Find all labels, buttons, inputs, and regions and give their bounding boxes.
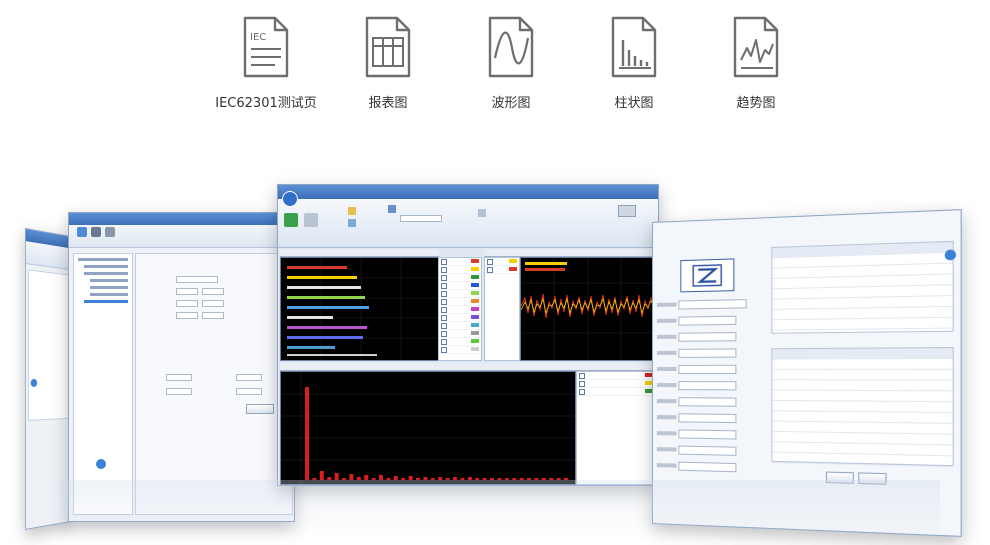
add-icon[interactable]: [944, 249, 957, 261]
auto-range-icon[interactable]: [348, 207, 356, 215]
waveform-plot: [520, 257, 656, 361]
software-screenshot-montage: [0, 150, 990, 545]
pause-button[interactable]: [618, 205, 636, 217]
settings-form-panel: [135, 253, 293, 515]
settings-window: [68, 212, 295, 522]
feature-icon-row: IEC IEC62301测试页 报表图 波形图 柱状图 趋势图: [0, 0, 990, 130]
feature-trend[interactable]: 趋势图: [686, 16, 826, 111]
add-icon[interactable]: [96, 459, 106, 469]
plot-header: [280, 249, 439, 257]
series-legend[interactable]: [438, 257, 482, 361]
zlg-logo: [680, 258, 735, 293]
feature-report[interactable]: 报表图: [318, 16, 458, 111]
app-logo-icon: [282, 191, 298, 207]
harmonic-bar: [334, 473, 339, 480]
harmonic-bar-plot: [280, 371, 576, 485]
bar-chart-icon: [611, 16, 657, 78]
apply-button[interactable]: [246, 404, 274, 414]
waveform-trace: [520, 258, 656, 360]
default-color-icon[interactable]: [388, 205, 396, 213]
wave-legend[interactable]: [484, 257, 520, 361]
feature-label: 报表图: [368, 96, 408, 111]
harmonic-config-table[interactable]: [771, 346, 954, 468]
iec-badge-text: IEC: [250, 32, 266, 43]
show-marks-icon[interactable]: [348, 219, 356, 227]
bar-legend[interactable]: [576, 371, 656, 485]
harmonic-bar: [319, 471, 324, 480]
iec-document-icon: IEC: [243, 16, 289, 78]
channel-config-table[interactable]: [771, 240, 954, 334]
floor-reflection: [60, 480, 940, 540]
device-tree-panel[interactable]: [73, 253, 133, 515]
feature-label: 柱状图: [614, 96, 654, 111]
feature-label: 波形图: [491, 96, 531, 111]
readout-lines: [281, 258, 439, 360]
trend-chart-icon: [733, 16, 779, 78]
feature-label: IEC62301测试页: [215, 96, 317, 111]
table-report-icon: [365, 16, 411, 78]
feature-iec62301[interactable]: IEC IEC62301测试页: [196, 16, 336, 111]
start-icon[interactable]: [284, 213, 298, 227]
feature-label: 趋势图: [736, 96, 776, 111]
plot-header: [280, 363, 657, 371]
waveform-icon: [488, 16, 534, 78]
stop-icon[interactable]: [304, 213, 318, 227]
readout-panel: [280, 257, 440, 361]
plot-header: [484, 249, 657, 257]
feature-waveform[interactable]: 波形图: [441, 16, 581, 111]
feature-bar-chart[interactable]: 柱状图: [564, 16, 704, 111]
harmonic-bar: [305, 387, 309, 480]
main-analysis-window: [277, 184, 659, 486]
harmonic-bars: [281, 372, 575, 484]
